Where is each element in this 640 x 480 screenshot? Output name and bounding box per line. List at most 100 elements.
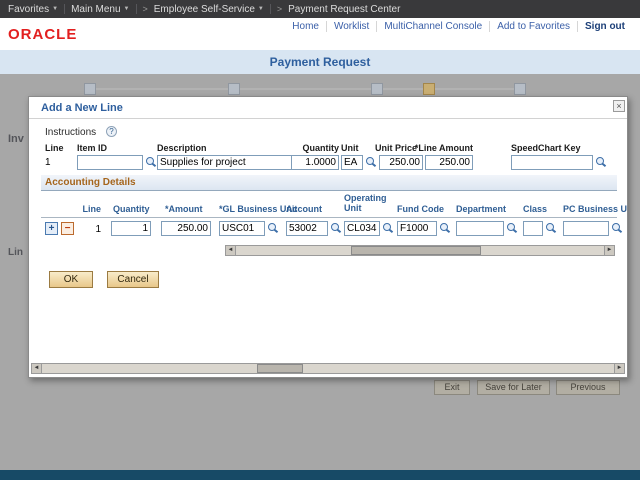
- gl-business-unit-lookup-icon[interactable]: [267, 222, 279, 234]
- speedchart-key-lookup-icon[interactable]: [595, 156, 607, 168]
- breadcrumb-separator: >: [276, 4, 283, 14]
- row-quantity-input[interactable]: [111, 221, 151, 236]
- column-header-amount: *Amount: [165, 204, 203, 214]
- progress-step: [84, 83, 96, 95]
- row-fund-code-input[interactable]: [397, 221, 437, 236]
- scroll-right-icon[interactable]: ►: [614, 364, 624, 373]
- unit-price-label: Unit Price: [374, 143, 417, 153]
- scrollbar-thumb[interactable]: [257, 364, 303, 373]
- speedchart-key-label: SpeedChart Key: [511, 143, 581, 153]
- background-section-label-fragment: Inv: [8, 133, 24, 145]
- column-header-quantity: Quantity: [113, 204, 150, 214]
- quantity-input[interactable]: [291, 155, 339, 170]
- background-section-label-fragment: Lin: [8, 247, 23, 258]
- row-account-input[interactable]: [286, 221, 328, 236]
- fund-code-lookup-icon[interactable]: [439, 222, 451, 234]
- save-for-later-button[interactable]: Save for Later: [477, 380, 550, 395]
- footer-bar: [0, 470, 640, 480]
- close-icon[interactable]: ×: [613, 100, 625, 112]
- multichannel-console-link[interactable]: MultiChannel Console: [376, 21, 489, 32]
- scroll-left-icon[interactable]: ◄: [226, 246, 236, 255]
- page-title: Payment Request: [0, 50, 640, 74]
- cancel-button[interactable]: Cancel: [107, 271, 159, 288]
- chevron-down-icon: ▼: [52, 6, 59, 12]
- speedchart-key-input[interactable]: [511, 155, 593, 170]
- ok-button[interactable]: OK: [49, 271, 93, 288]
- row-operating-unit-input[interactable]: [344, 221, 380, 236]
- add-to-favorites-link[interactable]: Add to Favorites: [489, 21, 577, 32]
- home-link[interactable]: Home: [285, 21, 326, 32]
- dialog-title-divider: [29, 118, 627, 119]
- scrollbar-track[interactable]: [42, 364, 614, 373]
- row-department-input[interactable]: [456, 221, 504, 236]
- item-id-input[interactable]: [77, 155, 143, 170]
- instructions-link[interactable]: Instructions: [45, 127, 96, 138]
- column-header-account: Account: [286, 204, 322, 214]
- breadcrumb-label: Payment Request Center: [288, 3, 401, 15]
- column-header-department: Department: [456, 204, 507, 214]
- breadcrumb-favorites[interactable]: Favorites ▼: [8, 4, 58, 15]
- worklist-link[interactable]: Worklist: [325, 21, 376, 32]
- delete-row-button[interactable]: −: [61, 222, 74, 235]
- grid-horizontal-scrollbar[interactable]: ◄ ►: [225, 245, 615, 256]
- breadcrumb-employee-self-service[interactable]: Employee Self-Service ▼: [154, 4, 264, 15]
- accounting-details-title: Accounting Details: [45, 177, 136, 188]
- row-pc-business-unit-input[interactable]: [563, 221, 609, 236]
- header-links: Home Worklist MultiChannel Console Add t…: [285, 21, 632, 32]
- operating-unit-lookup-icon[interactable]: [382, 222, 394, 234]
- breadcrumb-bar: Favorites ▼ Main Menu ▼ > Employee Self-…: [0, 0, 640, 18]
- description-input[interactable]: [157, 155, 297, 170]
- grid-header-divider: [41, 217, 617, 218]
- progress-step-current: [423, 83, 435, 95]
- chevron-down-icon: ▼: [123, 6, 130, 12]
- progress-step: [514, 83, 526, 95]
- add-row-button[interactable]: +: [45, 222, 58, 235]
- row-gl-business-unit-input[interactable]: [219, 221, 265, 236]
- breadcrumb-payment-request-center[interactable]: Payment Request Center: [288, 4, 400, 15]
- unit-label: Unit: [341, 143, 359, 153]
- scrollbar-track[interactable]: [236, 246, 604, 255]
- row-class-input[interactable]: [523, 221, 543, 236]
- item-id-lookup-icon[interactable]: [145, 156, 157, 168]
- row-line-number: 1: [95, 224, 101, 235]
- row-amount-input[interactable]: [161, 221, 211, 236]
- breadcrumb-label: Favorites: [8, 3, 50, 15]
- dialog-horizontal-scrollbar[interactable]: ◄ ►: [31, 363, 625, 374]
- help-icon[interactable]: ?: [106, 126, 117, 137]
- progress-step: [228, 83, 240, 95]
- account-lookup-icon[interactable]: [330, 222, 342, 234]
- progress-step: [371, 83, 383, 95]
- breadcrumb-label: Employee Self-Service: [153, 3, 255, 15]
- chevron-down-icon: ▼: [257, 6, 264, 12]
- column-header-fund-code: Fund Code: [397, 204, 444, 214]
- pc-business-unit-lookup-icon[interactable]: [611, 222, 623, 234]
- description-label: Description: [157, 143, 207, 153]
- exit-button[interactable]: Exit: [434, 380, 470, 395]
- page-header: Home Worklist MultiChannel Console Add t…: [0, 18, 640, 50]
- breadcrumb-divider: [269, 4, 271, 14]
- scroll-right-icon[interactable]: ►: [604, 246, 614, 255]
- class-lookup-icon[interactable]: [545, 222, 557, 234]
- scroll-left-icon[interactable]: ◄: [32, 364, 42, 373]
- line-label: Line: [45, 143, 64, 153]
- scrollbar-thumb[interactable]: [351, 246, 481, 255]
- unit-lookup-icon[interactable]: [365, 156, 377, 168]
- breadcrumb-main-menu[interactable]: Main Menu ▼: [71, 4, 129, 15]
- dialog-title: Add a New Line: [41, 102, 123, 114]
- item-id-label: Item ID: [77, 143, 108, 153]
- line-amount-input[interactable]: [425, 155, 473, 170]
- line-amount-label: *Line Amount: [414, 143, 473, 153]
- unit-input[interactable]: [341, 155, 363, 170]
- column-header-line: Line: [82, 204, 101, 214]
- breadcrumb-separator: >: [142, 4, 148, 14]
- sign-out-link[interactable]: Sign out: [577, 21, 632, 32]
- breadcrumb-divider: [135, 4, 137, 14]
- column-header-pc-business-unit: PC Business Unit: [563, 204, 628, 214]
- department-lookup-icon[interactable]: [506, 222, 518, 234]
- column-header-class: Class: [523, 204, 548, 214]
- breadcrumb-label: Main Menu: [71, 3, 121, 15]
- previous-button[interactable]: Previous: [556, 380, 620, 395]
- progress-track-line: [90, 88, 522, 90]
- add-new-line-dialog: Add a New Line × Instructions ? Line Ite…: [28, 96, 628, 378]
- unit-price-input[interactable]: [379, 155, 423, 170]
